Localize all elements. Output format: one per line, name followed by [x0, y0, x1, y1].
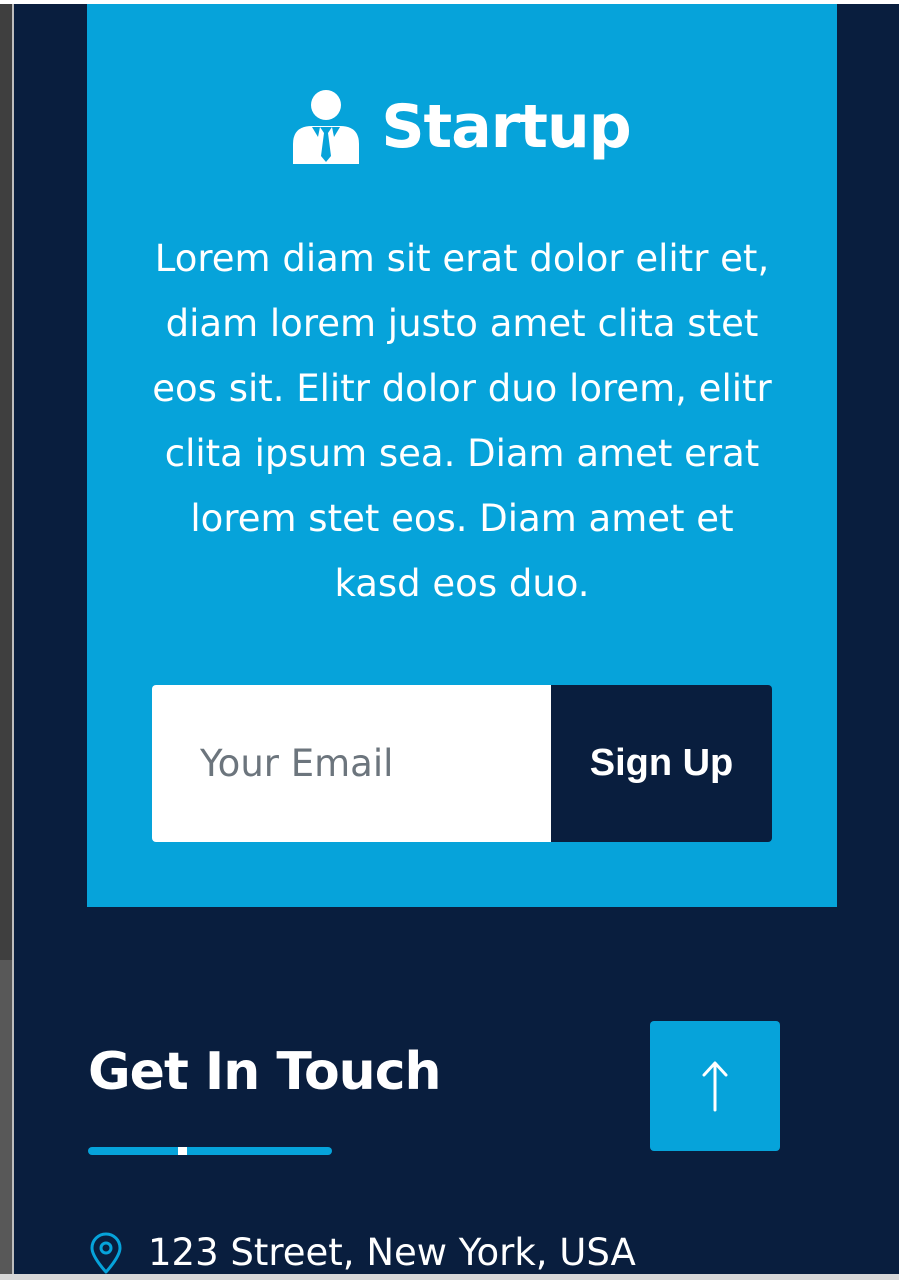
brand-name: Startup [381, 92, 631, 162]
title-underline [88, 1147, 332, 1155]
user-tie-icon [293, 90, 360, 164]
window-bottom-edge [0, 1274, 899, 1280]
sign-up-button[interactable]: Sign Up [551, 685, 772, 842]
back-to-top-button[interactable] [650, 1021, 780, 1151]
newsletter-description: Lorem diam sit erat dolor elitr et, diam… [152, 237, 772, 605]
newsletter-card: Startup Lorem diam sit erat dolor elitr … [87, 4, 837, 907]
contact-section-title: Get In Touch [88, 1042, 442, 1102]
arrow-up-icon [702, 1061, 728, 1112]
address-text: 123 Street, New York, USA [148, 1231, 636, 1274]
email-input[interactable] [152, 685, 551, 842]
window-left-edge [0, 0, 14, 1280]
map-marker-icon [90, 1232, 122, 1274]
footer-section: Startup Lorem diam sit erat dolor elitr … [22, 4, 899, 1274]
window-left-edge-line [12, 0, 14, 1280]
brand-logo-link[interactable]: Startup [87, 82, 837, 172]
title-underline-notch [178, 1147, 187, 1155]
newsletter-form: Sign Up [152, 685, 772, 842]
contact-address: 123 Street, New York, USA [88, 1230, 636, 1276]
